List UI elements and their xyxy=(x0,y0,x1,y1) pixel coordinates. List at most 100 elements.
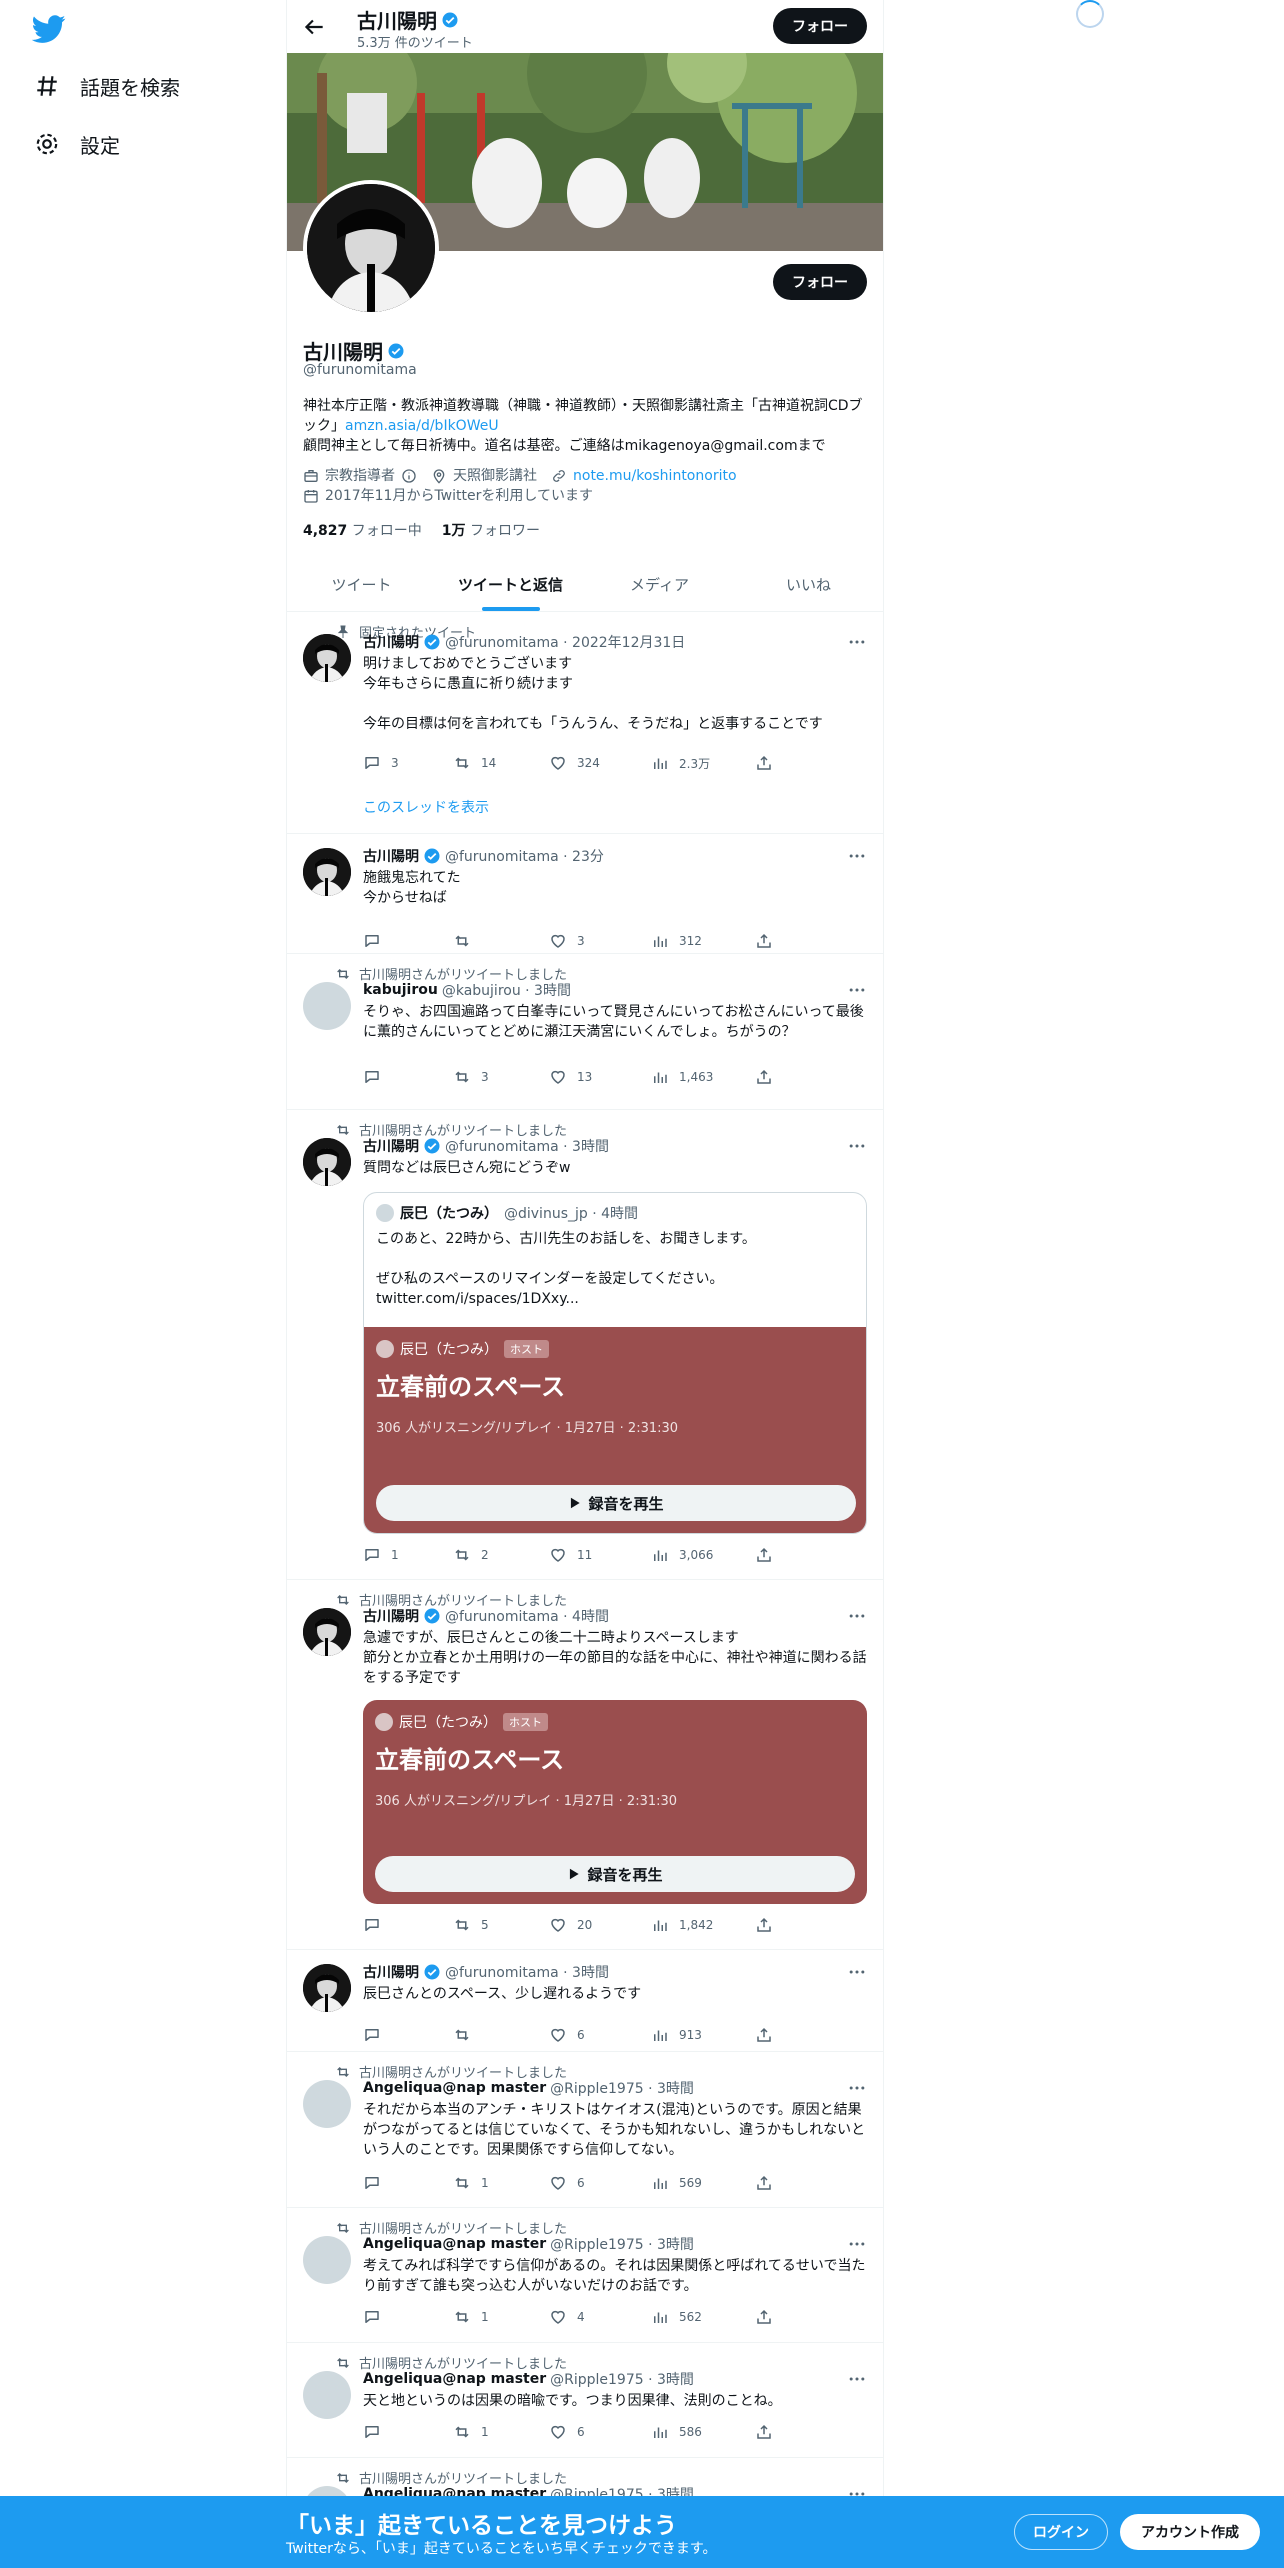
show-thread-link[interactable]: このスレッドを表示 xyxy=(363,797,489,817)
info-icon[interactable] xyxy=(401,468,417,484)
avatar[interactable] xyxy=(303,2371,351,2419)
login-button[interactable]: ログイン xyxy=(1014,2514,1108,2550)
like-button[interactable]: 20 xyxy=(549,1916,592,1934)
like-button[interactable]: 11 xyxy=(549,1546,592,1564)
retweet-button[interactable]: 14 xyxy=(453,754,496,772)
author-name[interactable]: Angeliqua@nap master xyxy=(363,2371,546,2387)
views-button[interactable]: 586 xyxy=(651,2423,702,2441)
play-recording-button[interactable]: 録音を再生 xyxy=(375,1856,855,1892)
author-name[interactable]: 古川陽明 xyxy=(363,1606,419,1626)
author-name[interactable]: Angeliqua@nap master xyxy=(363,2080,546,2096)
views-button[interactable]: 1,842 xyxy=(651,1916,713,1934)
space-card[interactable]: 辰巳（たつみ） ホスト 立春前のスペース 306 人がリスニング/リプレイ · 1月2… xyxy=(363,1700,867,1904)
author-handle-time[interactable]: @furunomitama · 4時間 xyxy=(445,1606,609,1626)
twitter-logo-icon[interactable] xyxy=(32,12,66,46)
tweet[interactable]: 古川陽明さんがリツイートしました Angeliqua@nap master @Rip… xyxy=(287,2052,883,2208)
nav-settings[interactable]: 設定 xyxy=(34,124,120,164)
like-button[interactable]: 4 xyxy=(549,2308,585,2326)
author-handle-time[interactable]: @furunomitama · 3時間 xyxy=(445,1962,609,1982)
retweet-button[interactable]: 1 xyxy=(453,2308,489,2326)
views-button[interactable]: 913 xyxy=(651,2026,702,2044)
author-name[interactable]: 古川陽明 xyxy=(363,1136,419,1156)
reply-button[interactable] xyxy=(363,2423,391,2441)
tab-tweets[interactable]: ツイート xyxy=(287,558,436,611)
share-button[interactable] xyxy=(755,932,783,950)
back-arrow-icon[interactable] xyxy=(301,14,327,40)
author-name[interactable]: 古川陽明 xyxy=(363,846,419,866)
author-handle-time[interactable]: @Ripple1975 · 3時間 xyxy=(550,2078,694,2098)
share-button[interactable] xyxy=(755,2026,783,2044)
more-options-icon[interactable] xyxy=(847,2234,867,2254)
views-button[interactable]: 1,463 xyxy=(651,1068,713,1086)
reply-button[interactable] xyxy=(363,1916,391,1934)
reply-button[interactable] xyxy=(363,2174,391,2192)
followers-link[interactable]: 1万 フォロワー xyxy=(442,520,540,540)
avatar[interactable] xyxy=(303,1138,351,1186)
views-button[interactable]: 312 xyxy=(651,932,702,950)
reply-button[interactable]: 1 xyxy=(363,1546,399,1564)
like-button[interactable]: 6 xyxy=(549,2026,585,2044)
like-button[interactable]: 324 xyxy=(549,754,600,772)
retweet-button[interactable]: 3 xyxy=(453,1068,489,1086)
tab-media[interactable]: メディア xyxy=(585,558,734,611)
header-follow-button[interactable]: フォロー xyxy=(773,8,867,44)
share-button[interactable] xyxy=(755,2423,783,2441)
tweet[interactable]: 古川陽明さんがリツイートしました 古川陽明 @furunomitama · 4時間急… xyxy=(287,1580,883,1950)
views-button[interactable]: 569 xyxy=(651,2174,702,2192)
author-handle-time[interactable]: @Ripple1975 · 3時間 xyxy=(550,2234,694,2254)
tab-tweets-and-replies[interactable]: ツイートと返信 xyxy=(436,558,585,611)
like-button[interactable]: 3 xyxy=(549,932,585,950)
signup-button[interactable]: アカウント作成 xyxy=(1120,2514,1260,2550)
like-button[interactable]: 6 xyxy=(549,2423,585,2441)
tweet[interactable]: 古川陽明 @furunomitama · 3時間 辰巳さんとのスペース、少し遅れるよ… xyxy=(287,1950,883,2052)
more-options-icon[interactable] xyxy=(847,1606,867,1626)
following-link[interactable]: 4,827 フォロー中 xyxy=(303,520,422,540)
tab-likes[interactable]: いいね xyxy=(734,558,883,611)
share-button[interactable] xyxy=(755,2308,783,2326)
more-options-icon[interactable] xyxy=(847,980,867,1000)
reply-button[interactable] xyxy=(363,1068,391,1086)
tweet[interactable]: 固定されたツイート 古川陽明 @furunomitama · 2022年12月31日… xyxy=(287,612,883,834)
space-card[interactable]: 辰巳（たつみ） ホスト 立春前のスペース 306 人がリスニング/リプレイ · 1月2… xyxy=(364,1327,866,1533)
more-options-icon[interactable] xyxy=(847,1962,867,1982)
tweet[interactable]: 古川陽明さんがリツイートしました 古川陽明 @furunomitama · 3時間質… xyxy=(287,1110,883,1580)
avatar[interactable] xyxy=(303,2236,351,2284)
author-name[interactable]: 古川陽明 xyxy=(363,632,419,652)
profile-follow-button[interactable]: フォロー xyxy=(773,264,867,300)
author-name[interactable]: Angeliqua@nap master xyxy=(363,2236,546,2252)
nav-explore[interactable]: 話題を検索 xyxy=(34,66,180,106)
retweet-button[interactable]: 2 xyxy=(453,1546,489,1564)
profile-avatar[interactable] xyxy=(303,180,439,316)
retweet-button[interactable] xyxy=(453,2026,481,2044)
tweet[interactable]: 古川陽明さんがリツイートしました Angeliqua@nap master @Rip… xyxy=(287,2343,883,2458)
retweet-button[interactable] xyxy=(453,932,481,950)
views-button[interactable]: 2.3万 xyxy=(651,754,710,772)
reply-button[interactable]: 3 xyxy=(363,754,399,772)
like-button[interactable]: 13 xyxy=(549,1068,592,1086)
bio-link[interactable]: amzn.asia/d/bIkOWeU xyxy=(345,418,499,434)
views-button[interactable]: 562 xyxy=(651,2308,702,2326)
avatar[interactable] xyxy=(303,1608,351,1656)
author-handle-time[interactable]: @furunomitama · 2022年12月31日 xyxy=(445,632,685,652)
play-recording-button[interactable]: 録音を再生 xyxy=(376,1485,856,1521)
reply-button[interactable] xyxy=(363,2308,391,2326)
avatar[interactable] xyxy=(303,634,351,682)
share-button[interactable] xyxy=(755,2174,783,2192)
share-button[interactable] xyxy=(755,1916,783,1934)
more-options-icon[interactable] xyxy=(847,2369,867,2389)
retweet-button[interactable]: 1 xyxy=(453,2174,489,2192)
author-name[interactable]: 古川陽明 xyxy=(363,1962,419,1982)
avatar[interactable] xyxy=(303,1964,351,2012)
author-handle-time[interactable]: @furunomitama · 3時間 xyxy=(445,1136,609,1156)
reply-button[interactable] xyxy=(363,932,391,950)
avatar[interactable] xyxy=(303,982,351,1030)
quoted-tweet[interactable]: 辰巳（たつみ） @divinus_jp · 4時間 このあと、22時から、古川先生の… xyxy=(363,1192,867,1534)
tweet[interactable]: 古川陽明 @furunomitama · 23分 施餓鬼忘れてた 今からせねば 3 31… xyxy=(287,834,883,954)
avatar[interactable] xyxy=(303,2080,351,2128)
author-handle-time[interactable]: @Ripple1975 · 3時間 xyxy=(550,2369,694,2389)
author-handle-time[interactable]: @kabujirou · 3時間 xyxy=(442,980,571,1000)
more-options-icon[interactable] xyxy=(847,846,867,866)
tweet[interactable]: 古川陽明さんがリツイートしました Angeliqua@nap master @Rip… xyxy=(287,2208,883,2343)
reply-button[interactable] xyxy=(363,2026,391,2044)
avatar[interactable] xyxy=(303,848,351,896)
